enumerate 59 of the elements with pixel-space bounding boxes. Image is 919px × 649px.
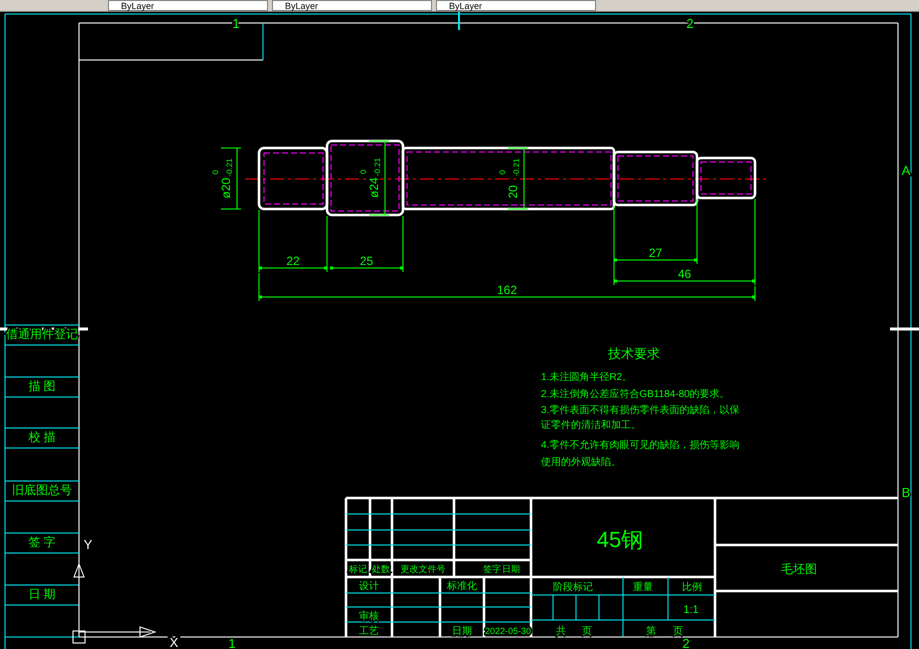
linetype-dropdown[interactable]: ByLayer xyxy=(436,0,596,11)
tolerance-upper: 0 xyxy=(498,170,507,174)
standardization-label: 标准化 xyxy=(447,581,477,592)
total-label: 共 xyxy=(556,626,566,637)
tolerance-upper: 0 xyxy=(211,170,220,174)
tolerance-upper: 0 xyxy=(359,170,368,174)
strip-label: 旧底图总号 xyxy=(12,483,72,497)
requirement-line: 4.零件不允许有肉眼可见的缺陷，损伤等影响 xyxy=(541,440,740,451)
zone-mark: 1 xyxy=(228,636,236,649)
zone-mark: A xyxy=(902,163,910,178)
length-dimension: 25 xyxy=(360,254,374,268)
sheet-label: 第 xyxy=(646,626,656,637)
ucs-y-label: Y xyxy=(84,537,92,552)
page-label: 页 xyxy=(673,626,683,637)
tolerance-lower: -0.21 xyxy=(512,158,521,176)
ucs-icon xyxy=(72,560,157,644)
length-dimension: 46 xyxy=(678,267,692,281)
strip-label: 校 描 xyxy=(28,430,56,444)
length-dimension: 22 xyxy=(286,254,300,268)
material-text: 45钢 xyxy=(596,527,644,552)
requirement-line: 使用的外观缺陷。 xyxy=(541,457,621,468)
header-label: 签字 xyxy=(483,564,501,574)
scale-label: 比例 xyxy=(682,582,702,593)
requirement-line: 1.未注圆角半径R2。 xyxy=(541,372,632,383)
strip-label: 签 字 xyxy=(28,535,56,549)
header-label: 处数 xyxy=(372,564,390,574)
strip-label: 描 图 xyxy=(28,379,56,393)
drawing-title: 毛坯图 xyxy=(781,562,817,576)
date-label: 日期 xyxy=(452,626,472,637)
tolerance-lower: -0.21 xyxy=(225,158,234,176)
review-label: 审核 xyxy=(359,611,379,622)
requirements-title: 技术要求 xyxy=(608,346,660,361)
diameter-dimension: 20 xyxy=(506,185,520,198)
process-label: 工艺 xyxy=(359,626,379,637)
linetype-dropdown[interactable]: ByLayer xyxy=(108,0,268,11)
requirement-line: 证零件的清洁和加工。 xyxy=(541,420,641,431)
length-dimension: 162 xyxy=(496,283,518,297)
diameter-dimension: ø24 xyxy=(367,177,381,198)
tolerance-lower: -0.21 xyxy=(373,158,382,176)
linetype-dropdown[interactable]: ByLayer xyxy=(272,0,432,11)
zone-mark: 2 xyxy=(682,636,690,649)
length-dimension: 27 xyxy=(648,246,662,260)
stage-label: 阶段标记 xyxy=(553,582,593,593)
dimension-line xyxy=(508,148,528,210)
designer-label: 设计 xyxy=(359,581,379,592)
header-label: 更改文件号 xyxy=(400,564,446,574)
dimension-line xyxy=(220,148,242,210)
diameter-dimension: ø20 xyxy=(219,178,233,198)
requirement-line: 2.未注倒角公差应符合GB1184-80的要求。 xyxy=(541,389,730,400)
strip-label: 借通用件登记 xyxy=(6,327,78,341)
requirement-line: 3.零件表面不得有损伤零件表面的缺陷，以保 xyxy=(541,405,740,416)
scale-value: 1:1 xyxy=(683,604,699,616)
page-label: 页 xyxy=(582,626,592,637)
header-label: 日期 xyxy=(502,564,520,574)
zone-mark: B xyxy=(902,485,910,500)
weight-label: 重量 xyxy=(633,582,653,593)
header-label: 标记 xyxy=(349,564,367,574)
ucs-x-label: X xyxy=(170,635,178,649)
strip-label: 日 期 xyxy=(28,587,56,601)
